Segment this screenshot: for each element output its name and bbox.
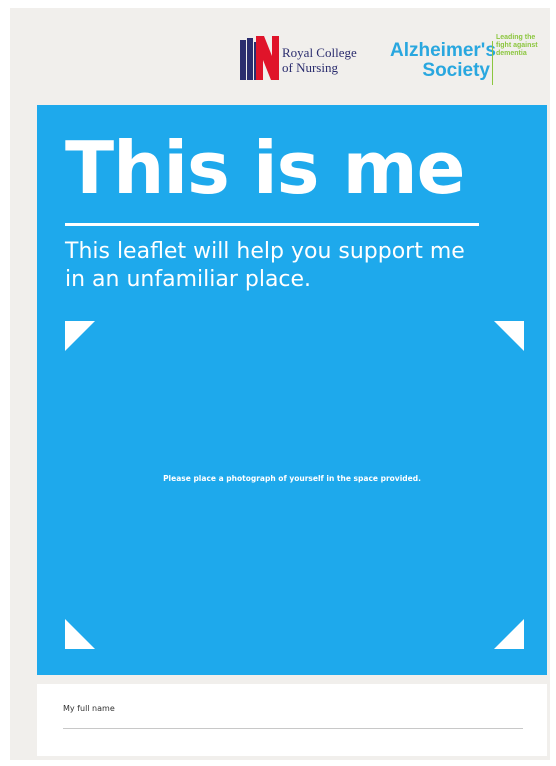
rcn-name-line: Royal College: [282, 45, 357, 60]
corner-top-right-icon: [494, 321, 524, 351]
photo-panel: This is me This leaflet will help you su…: [37, 105, 547, 675]
full-name-field[interactable]: My full name: [37, 684, 547, 756]
rcn-name-line: of Nursing: [282, 60, 338, 75]
tagline-line: dementia: [496, 50, 527, 57]
photo-caption: Please place a photograph of yourself in…: [163, 474, 421, 483]
subtitle: This leaflet will help you support me in…: [65, 238, 525, 294]
as-name-line: Alzheimer's: [390, 40, 496, 61]
subtitle-line: in an unfamiliar place.: [65, 267, 312, 292]
tagline-line: Leading the: [496, 34, 536, 41]
alzheimers-society-logo-text: Alzheimer's Society: [390, 40, 496, 81]
corner-bottom-left-icon: [65, 619, 95, 649]
alzheimers-tagline: Leading the fight against dementia: [496, 34, 548, 58]
subtitle-line: This leaflet will help you support me: [65, 239, 465, 264]
rcn-logo-icon: [240, 36, 279, 80]
logo-divider: [492, 41, 493, 85]
as-name-line: Society: [422, 60, 490, 81]
corner-top-left-icon: [65, 321, 95, 351]
corner-bottom-right-icon: [494, 619, 524, 649]
full-name-label: My full name: [63, 704, 115, 713]
tagline-line: fight against: [496, 42, 538, 49]
logo-bar: Royal College of Nursing Alzheimer's Soc…: [10, 8, 550, 98]
page-title: This is me: [65, 126, 465, 210]
leaflet-page: Royal College of Nursing Alzheimer's Soc…: [10, 8, 550, 760]
rcn-logo-text: Royal College of Nursing: [282, 45, 357, 75]
title-underline: [65, 223, 479, 226]
full-name-line: [63, 728, 523, 729]
